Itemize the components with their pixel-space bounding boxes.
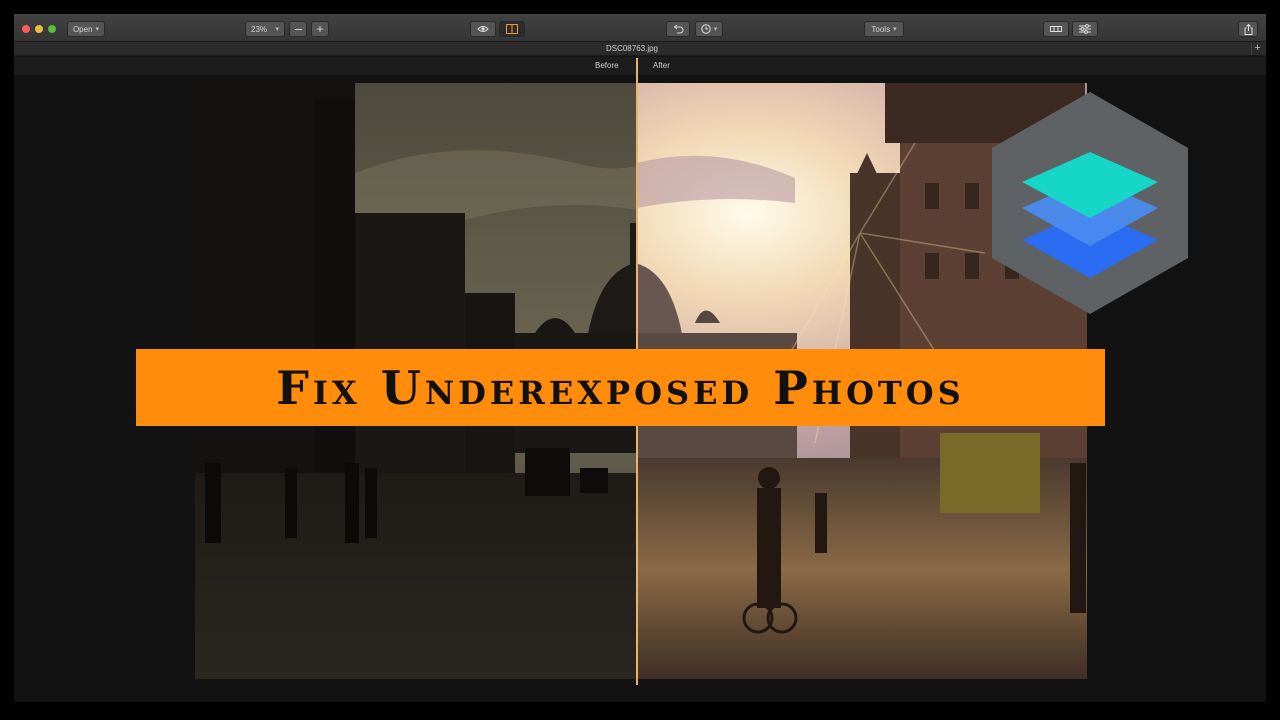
tools-menu-button[interactable]: Tools ▾ — [864, 21, 904, 37]
before-label: Before — [595, 61, 619, 70]
undo-icon — [673, 24, 683, 33]
sliders-icon — [1079, 24, 1091, 34]
undo-button[interactable] — [666, 21, 690, 37]
zoom-select[interactable]: 23% ▾ — [245, 21, 285, 37]
history-button[interactable]: ▾ — [695, 21, 723, 37]
share-button[interactable] — [1238, 21, 1258, 37]
tab-filename[interactable]: DSC08763.jpg — [14, 42, 1250, 56]
compare-icon — [506, 24, 518, 34]
zoom-value: 23% — [251, 24, 268, 34]
minus-icon — [294, 28, 302, 30]
chevron-down-icon: ▾ — [893, 26, 897, 33]
zoom-in-button[interactable]: + — [311, 21, 329, 37]
compare-header: Before After — [14, 57, 1266, 75]
luminar-logo — [992, 92, 1188, 314]
tab-bar: DSC08763.jpg + — [14, 42, 1266, 56]
plus-icon: + — [316, 22, 324, 36]
history-icon — [701, 24, 711, 34]
chevron-down-icon: ▾ — [95, 26, 100, 33]
open-button-label: Open — [72, 24, 93, 34]
eye-icon — [477, 26, 489, 32]
minimize-window-button[interactable] — [35, 25, 43, 33]
plus-icon: + — [1254, 42, 1261, 54]
new-tab-button[interactable]: + — [1251, 43, 1263, 55]
preview-toggle-button[interactable] — [470, 21, 496, 37]
toolbar: Open ▾ 23% ▾ + ▾ Tools ▾ — [14, 14, 1266, 42]
title-text: Fix Underexposed Photos — [276, 360, 965, 415]
chevron-down-icon: ▾ — [275, 26, 279, 33]
open-button[interactable]: Open ▾ — [67, 21, 105, 37]
zoom-window-button[interactable] — [48, 25, 56, 33]
chevron-down-icon: ▾ — [713, 26, 718, 33]
filmstrip-icon — [1050, 26, 1062, 32]
after-label: After — [653, 61, 670, 70]
compare-button[interactable] — [499, 21, 525, 37]
title-banner: Fix Underexposed Photos — [136, 349, 1105, 426]
adjustments-button[interactable] — [1072, 21, 1098, 37]
share-icon — [1244, 23, 1252, 35]
tools-label: Tools — [871, 24, 891, 34]
zoom-out-button[interactable] — [289, 21, 307, 37]
filmstrip-button[interactable] — [1043, 21, 1069, 37]
close-window-button[interactable] — [22, 25, 30, 33]
